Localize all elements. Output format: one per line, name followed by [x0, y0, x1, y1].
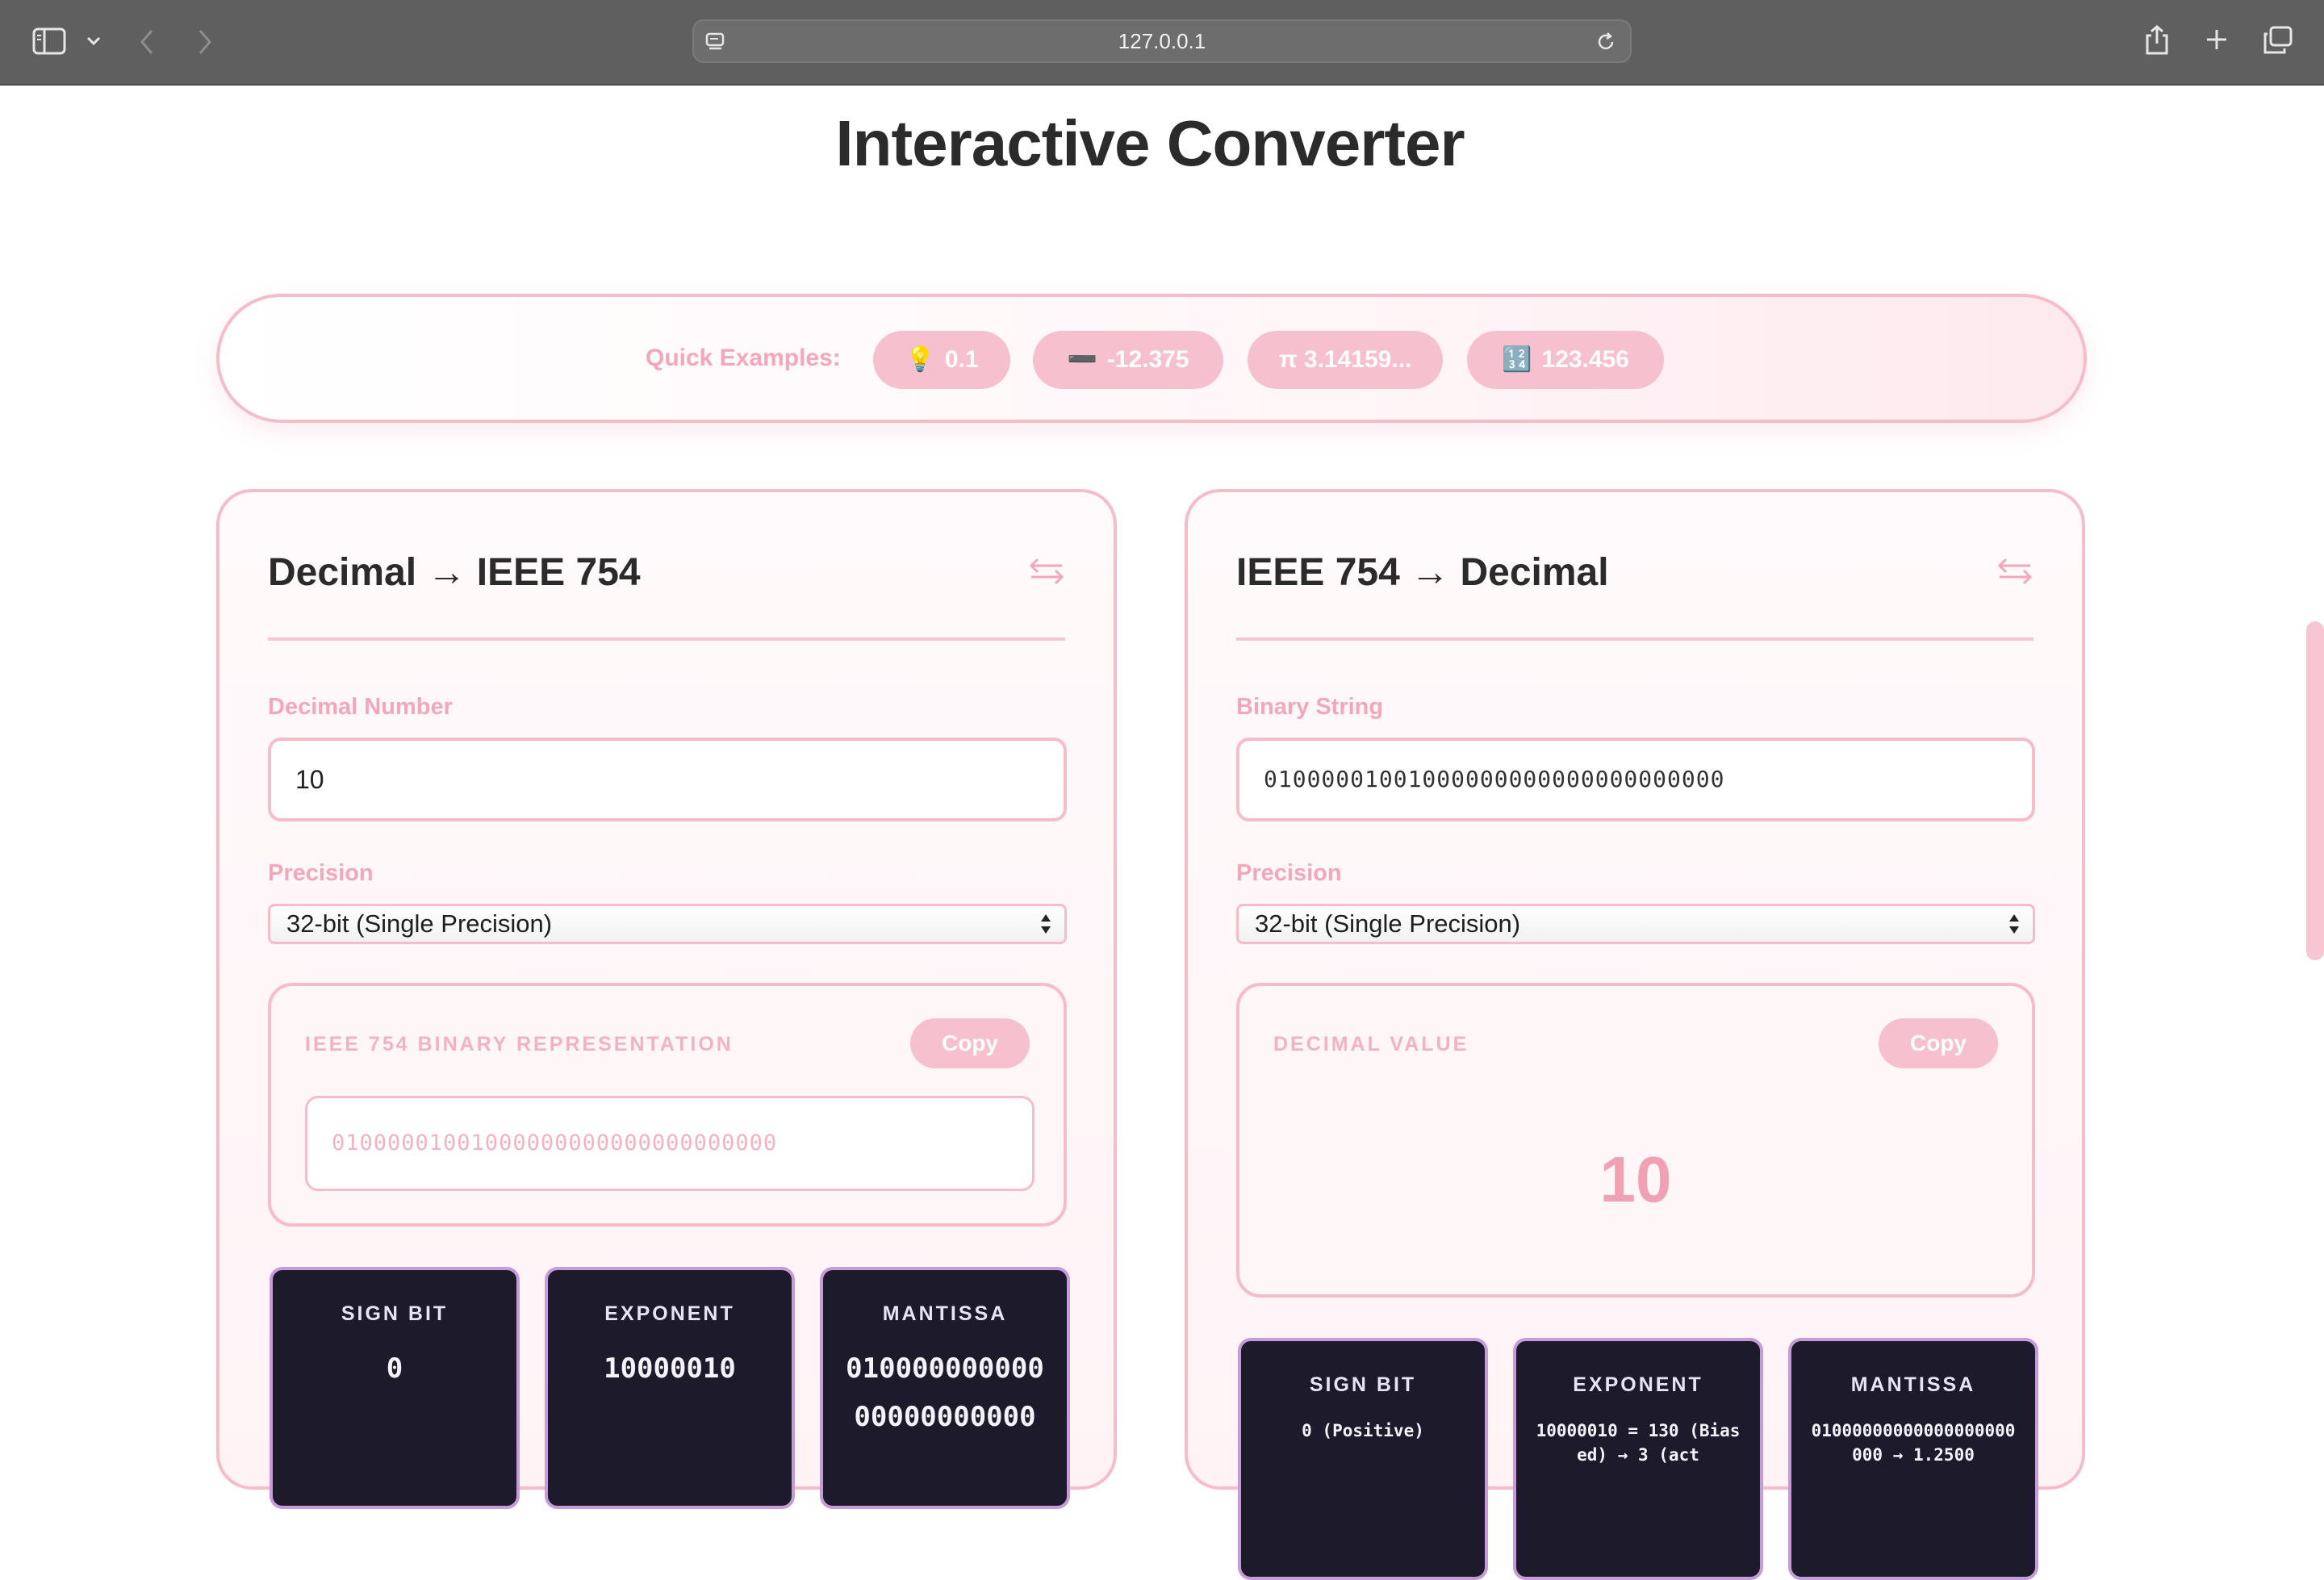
exponent-value: 10000010 — [604, 1352, 736, 1385]
binary-result-label: IEEE 754 BINARY REPRESENTATION — [305, 1033, 734, 1055]
exponent-label: EXPONENT — [604, 1302, 735, 1325]
chip-label: -12.375 — [1106, 346, 1189, 373]
binary-string-input[interactable]: 01000001001000000000000000000000 — [1236, 738, 2035, 821]
precision-select[interactable]: 32-bit (Single Precision) — [1236, 904, 2035, 944]
chevron-down-icon[interactable] — [86, 36, 102, 47]
precision-select[interactable]: 32-bit (Single Precision) — [268, 904, 1067, 944]
swap-icon[interactable] — [1028, 557, 1065, 584]
copy-binary-button[interactable]: Copy — [910, 1018, 1030, 1068]
decimal-output: 10 — [1599, 1143, 1672, 1215]
decimal-number-input[interactable]: 10 — [268, 738, 1067, 821]
page-scrollbar[interactable] — [2306, 621, 2324, 960]
sign-bit-label: SIGN BIT — [1309, 1373, 1417, 1396]
mantissa-box: MANTISSA 01000000000000000000000 — [820, 1267, 1070, 1509]
exponent-box: EXPONENT 10000010 — [545, 1267, 795, 1509]
chip-label: 0.1 — [944, 346, 979, 373]
swap-icon[interactable] — [1996, 557, 2034, 584]
mantissa-label: MANTISSA — [882, 1302, 1008, 1325]
new-tab-icon[interactable] — [2205, 27, 2229, 52]
quick-examples-label: Quick Examples: — [646, 345, 841, 371]
sign-bit-value: 0 — [386, 1352, 403, 1385]
numbers-icon: 🔢 — [1502, 346, 1532, 373]
reload-icon[interactable] — [1595, 31, 1617, 53]
sign-bit-box: SIGN BIT 0 (Positive) — [1238, 1338, 1488, 1580]
exponent-value: 10000010 = 130 (Biased) → 3 (act — [1536, 1421, 1741, 1465]
tab-overview-icon[interactable] — [2263, 26, 2293, 55]
decimal-to-ieee-card: Decimal → IEEE 754 Decimal Number 10 Pre… — [216, 489, 1117, 1509]
card-divider — [1236, 637, 2034, 641]
example-chip-negative[interactable]: ➖ -12.375 — [1033, 331, 1223, 389]
example-chip-0-1[interactable]: 💡 0.1 — [873, 331, 1010, 389]
precision-selected-value: 32-bit (Single Precision) — [1255, 909, 1521, 938]
select-arrows-icon — [1041, 914, 1051, 934]
card-divider — [268, 637, 1065, 641]
mantissa-label: MANTISSA — [1850, 1373, 1976, 1396]
example-chip-pi[interactable]: π 3.14159... — [1248, 331, 1443, 389]
sign-bit-box: SIGN BIT 0 — [270, 1267, 520, 1509]
minus-icon: ➖ — [1067, 346, 1097, 373]
forward-icon[interactable] — [195, 27, 215, 56]
precision-label: Precision — [1236, 860, 1342, 886]
sidebar-toggle-icon[interactable] — [32, 27, 66, 55]
exponent-box: EXPONENT 10000010 = 130 (Biased) → 3 (ac… — [1513, 1338, 1763, 1580]
exponent-label: EXPONENT — [1573, 1373, 1703, 1396]
binary-result-box: IEEE 754 BINARY REPRESENTATION Copy 0100… — [268, 983, 1067, 1227]
decimal-result-box: DECIMAL VALUE Copy 10 — [1236, 983, 2035, 1298]
address-bar[interactable]: 127.0.0.1 — [692, 19, 1632, 63]
lightbulb-icon: 💡 — [905, 346, 935, 373]
decimal-result-label: DECIMAL VALUE — [1273, 1033, 1469, 1055]
precision-selected-value: 32-bit (Single Precision) — [286, 909, 553, 938]
url-text: 127.0.0.1 — [1118, 29, 1206, 53]
browser-toolbar: 127.0.0.1 — [0, 0, 2324, 86]
mantissa-value: 01000000000000000000000 → 1.2500 — [1811, 1421, 2016, 1465]
precision-label: Precision — [268, 860, 374, 886]
decimal-number-label: Decimal Number — [268, 694, 453, 720]
share-icon[interactable] — [2143, 24, 2171, 56]
mantissa-box: MANTISSA 01000000000000000000000 → 1.250… — [1788, 1338, 2038, 1580]
select-arrows-icon — [2009, 914, 2019, 934]
quick-examples-bar: Quick Examples: 💡 0.1 ➖ -12.375 π 3.14159.… — [216, 294, 2087, 423]
mantissa-value: 01000000000000000000000 — [846, 1352, 1044, 1433]
chip-label: π 3.14159... — [1278, 346, 1412, 373]
sign-bit-label: SIGN BIT — [341, 1302, 449, 1325]
page-title: Interactive Converter — [835, 107, 1465, 179]
card-title: Decimal → IEEE 754 — [268, 551, 641, 594]
sign-bit-value: 0 (Positive) — [1302, 1421, 1424, 1440]
back-icon[interactable] — [137, 27, 157, 56]
binary-output[interactable]: 01000001001000000000000000000000 — [305, 1096, 1035, 1191]
binary-string-label: Binary String — [1236, 694, 1384, 720]
chip-label: 123.456 — [1541, 346, 1629, 373]
example-chip-123[interactable]: 🔢 123.456 — [1467, 331, 1664, 389]
card-title: IEEE 754 → Decimal — [1236, 551, 1609, 594]
copy-decimal-button[interactable]: Copy — [1879, 1018, 1998, 1068]
ieee-to-decimal-card: IEEE 754 → Decimal Binary String 0100000… — [1185, 489, 2085, 1580]
